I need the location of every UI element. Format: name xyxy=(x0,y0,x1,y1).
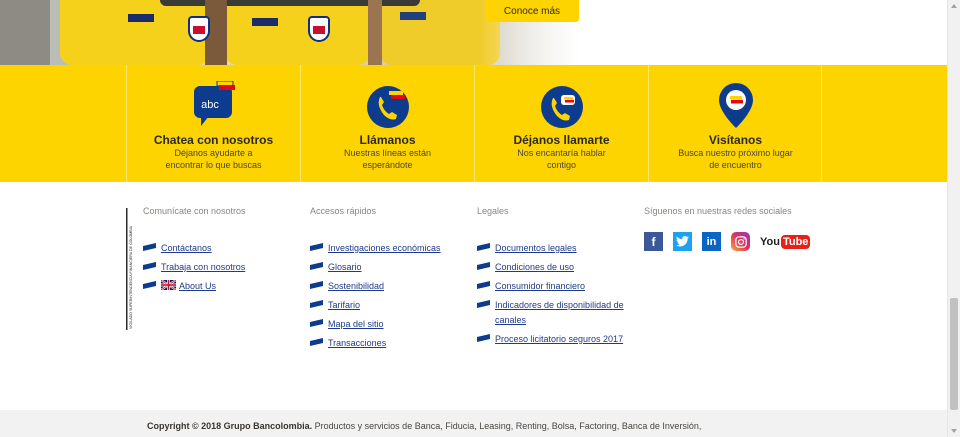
footer-link-item: About Us xyxy=(143,279,293,294)
contact-item-visit[interactable]: Visítanos Busca nuestro próximo lugar de… xyxy=(648,65,822,182)
link-sostenibilidad[interactable]: Sostenibilidad xyxy=(328,281,384,291)
bullet-icon xyxy=(310,281,323,289)
vertical-scrollbar[interactable] xyxy=(947,0,960,437)
contact-subtitle: Busca nuestro próximo lugar de encuentro xyxy=(678,148,793,170)
contact-title: Chatea con nosotros xyxy=(153,133,274,147)
phone-callback-icon xyxy=(540,86,583,128)
contact-item-callback[interactable]: Déjanos llamarte Nos encantaría hablar c… xyxy=(474,65,648,182)
link-mapa-del-sitio[interactable]: Mapa del sitio xyxy=(328,319,384,329)
link-trabaja-con-nosotros[interactable]: Trabaja con nosotros xyxy=(161,262,245,272)
footer-link-item: Consumidor financiero xyxy=(477,279,637,294)
link-documentos-legales[interactable]: Documentos legales xyxy=(495,243,577,253)
copyright-strong: Copyright © 2018 Grupo Bancolombia. xyxy=(147,421,313,431)
link-glosario[interactable]: Glosario xyxy=(328,262,362,272)
link-investigaciones-economicas[interactable]: Investigaciones económicas xyxy=(328,243,441,253)
bullet-icon xyxy=(143,262,156,270)
footer-column-contact: Comunícate con nosotros Contáctanos Trab… xyxy=(143,206,293,298)
uk-flag-icon xyxy=(161,280,176,290)
bullet-icon xyxy=(310,319,323,327)
link-transacciones[interactable]: Transacciones xyxy=(328,338,386,348)
instagram-icon[interactable] xyxy=(731,232,750,251)
footer-link-list: Contáctanos Trabaja con nosotros About U… xyxy=(143,241,293,294)
contact-subtitle: Déjanos ayudarte a encontrar lo que busc… xyxy=(165,148,262,170)
scroll-up-arrow-icon[interactable] xyxy=(951,4,957,8)
link-about-us[interactable]: About Us xyxy=(179,281,216,291)
footer-column-title: Legales xyxy=(477,206,509,216)
facebook-icon[interactable]: f xyxy=(644,232,663,251)
vigilado-superfinanciera-logo: VIGILADO SUPERINTENDENCIA FINANCIERA DE … xyxy=(126,208,138,330)
bullet-icon xyxy=(310,262,323,270)
hero-banner: Conoce más xyxy=(0,0,947,65)
footer-link-list: Investigaciones económicas Glosario Sost… xyxy=(310,241,470,351)
contact-title: Llámanos xyxy=(359,133,416,147)
copyright-bar: Copyright © 2018 Grupo Bancolombia. Prod… xyxy=(0,410,947,437)
footer-link-item: Sostenibilidad xyxy=(310,279,470,294)
footer-link-item: Trabaja con nosotros xyxy=(143,260,293,275)
footer-link-item: Contáctanos xyxy=(143,241,293,256)
footer-column-quick-access: Accesos rápidos Investigaciones económic… xyxy=(310,206,470,355)
bullet-icon xyxy=(477,262,490,270)
page: Conoce más abc Chatea con nosotros Déjan… xyxy=(0,0,960,437)
footer-column-title: Accesos rápidos xyxy=(310,206,377,216)
footer-link-item: Transacciones xyxy=(310,336,470,351)
bullet-icon xyxy=(477,300,490,308)
contact-item-call[interactable]: Llámanos Nuestras líneas están esperándo… xyxy=(300,65,474,182)
contact-title: Visítanos xyxy=(708,133,763,147)
link-proceso-licitatorio[interactable]: Proceso licitatorio seguros 2017 xyxy=(495,334,623,344)
footer-link-item: Mapa del sitio xyxy=(310,317,470,332)
footer-link-item: Investigaciones económicas xyxy=(310,241,470,256)
phone-icon xyxy=(366,86,409,128)
svg-text:VIGILADO SUPERINTENDENCIA FINA: VIGILADO SUPERINTENDENCIA FINANCIERA DE … xyxy=(129,225,133,329)
linkedin-icon[interactable]: in xyxy=(702,232,721,251)
link-contactanos[interactable]: Contáctanos xyxy=(161,243,212,253)
contact-subtitle: Nos encantaría hablar contigo xyxy=(517,148,606,170)
footer-column-title: Síguenos en nuestras redes sociales xyxy=(644,206,792,216)
footer-link-list: Documentos legales Condiciones de uso Co… xyxy=(477,241,637,347)
bullet-icon xyxy=(477,281,490,289)
social-links: f in You Tube xyxy=(644,232,811,251)
chat-abc-icon: abc xyxy=(193,81,235,126)
copyright-text: Copyright © 2018 Grupo Bancolombia. Prod… xyxy=(147,419,787,433)
footer-link-item: Tarifario xyxy=(310,298,470,313)
conoce-mas-button[interactable]: Conoce más xyxy=(485,0,579,22)
bullet-icon xyxy=(310,243,323,251)
footer-link-item: Proceso licitatorio seguros 2017 xyxy=(477,332,637,347)
scroll-down-arrow-icon[interactable] xyxy=(951,429,957,433)
footer-link-item: Condiciones de uso xyxy=(477,260,637,275)
footer-link-item: Documentos legales xyxy=(477,241,637,256)
bullet-icon xyxy=(477,243,490,251)
contact-item-chat[interactable]: abc Chatea con nosotros Déjanos ayudarte… xyxy=(126,65,300,182)
map-pin-icon xyxy=(718,83,753,128)
link-tarifario[interactable]: Tarifario xyxy=(328,300,360,310)
link-indicadores-disponibilidad[interactable]: Indicadores de disponibilidad de canales xyxy=(495,300,624,325)
copyright-body: Productos y servicios de Banca, Fiducia,… xyxy=(312,421,702,431)
scroll-thumb[interactable] xyxy=(950,298,958,410)
contact-title: Déjanos llamarte xyxy=(513,133,610,147)
link-consumidor-financiero[interactable]: Consumidor financiero xyxy=(495,281,585,291)
bullet-icon xyxy=(310,338,323,346)
youtube-icon[interactable]: You Tube xyxy=(760,234,811,249)
bullet-icon xyxy=(143,243,156,251)
svg-text:abc: abc xyxy=(201,99,219,111)
link-condiciones-de-uso[interactable]: Condiciones de uso xyxy=(495,262,574,272)
bullet-icon xyxy=(477,334,490,342)
twitter-icon[interactable] xyxy=(673,232,692,251)
footer-link-item: Indicadores de disponibilidad de canales xyxy=(477,298,637,328)
footer-column-title: Comunícate con nosotros xyxy=(143,206,246,216)
bullet-icon xyxy=(310,300,323,308)
contact-subtitle: Nuestras líneas están esperándote xyxy=(343,148,432,170)
bullet-icon xyxy=(143,281,156,289)
footer-column-legal: Legales Documentos legales Condiciones d… xyxy=(477,206,637,351)
footer-link-item: Glosario xyxy=(310,260,470,275)
contact-strip: abc Chatea con nosotros Déjanos ayudarte… xyxy=(0,65,947,182)
